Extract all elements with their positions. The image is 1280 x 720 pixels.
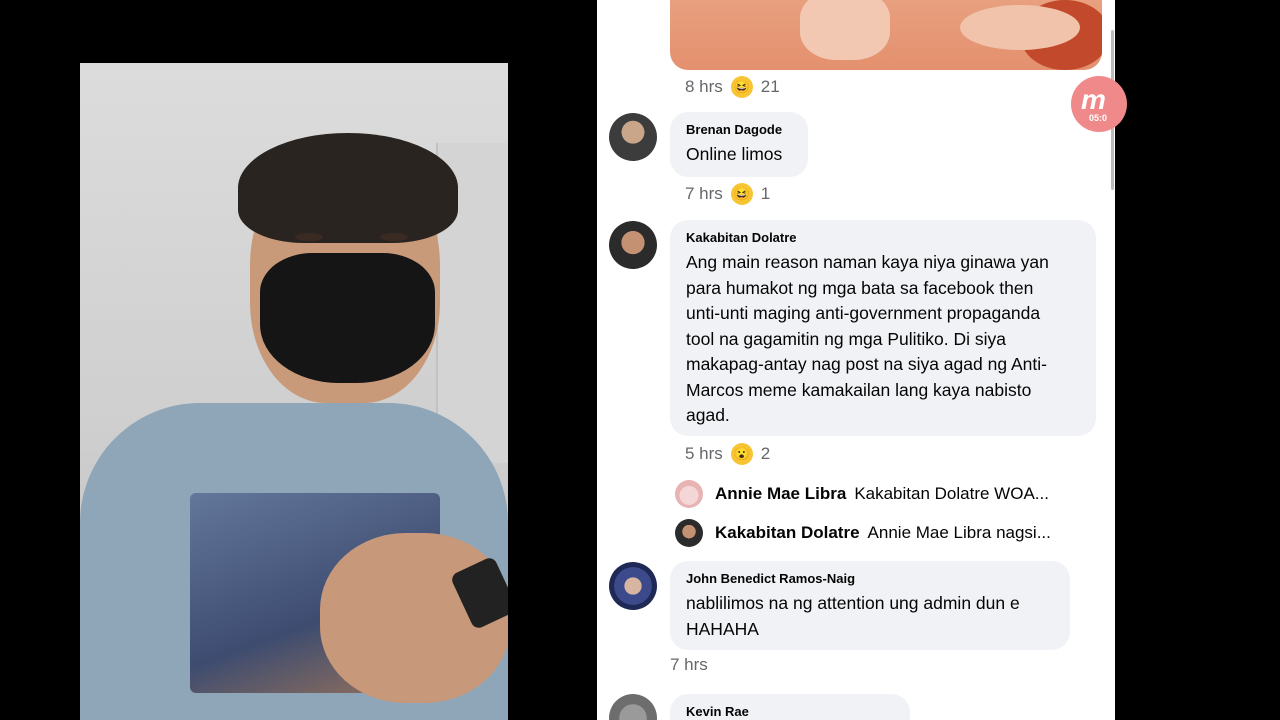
post-meta: 8 hrs 😆 21 — [685, 76, 780, 98]
reply-preview: Annie Mae Libra nagsi... — [867, 523, 1051, 542]
wow-emoji-icon[interactable]: 😮 — [730, 443, 753, 465]
comment-line: unti-unti maging anti-government propaga… — [686, 303, 1041, 323]
comment-meta: 7 hrs — [670, 655, 708, 675]
comment-line: makapag-antay nag post na siya agad ng A… — [686, 354, 1047, 374]
comment-line: Marcos meme kamakailan lang kaya nabisto — [686, 379, 1032, 400]
comment-time[interactable]: 7 hrs — [685, 184, 723, 204]
comment-bubble: John Benedict Ramos-Naig nablilimos na n… — [670, 561, 1070, 650]
reply-item[interactable]: Kakabitan Dolatre Annie Mae Libra nagsi.… — [675, 519, 1051, 547]
commenter-name[interactable]: John Benedict Ramos-Naig — [686, 571, 1054, 586]
laugh-emoji-icon[interactable]: 😆 — [730, 183, 753, 205]
meme-figure — [960, 5, 1080, 50]
recording-timer: 05:0 — [1089, 113, 1108, 123]
avatar[interactable] — [609, 113, 657, 161]
avatar[interactable] — [609, 221, 657, 269]
person-eye — [380, 233, 408, 241]
comment-line: Ang main reason naman kaya niya ginawa y… — [686, 252, 1049, 272]
comment-line: tool na gagamitin ng mga Pulitiko. Di si… — [686, 328, 1007, 349]
comment-meta: 7 hrs 😆 1 — [685, 183, 770, 205]
recording-badge[interactable]: m 05:0 — [1071, 76, 1127, 132]
recording-badge-logo: m — [1081, 84, 1106, 115]
commenter-name[interactable]: Brenan Dagode — [686, 122, 792, 137]
reaction-count[interactable]: 2 — [761, 444, 770, 464]
avatar[interactable] — [609, 694, 657, 720]
reaction-count[interactable]: 1 — [761, 184, 770, 204]
comment-time[interactable]: 7 hrs — [670, 655, 708, 675]
avatar[interactable] — [609, 562, 657, 610]
comment-line: HAHAHA — [686, 618, 759, 639]
commenter-name[interactable]: Kevin Rae — [686, 704, 894, 719]
person-hair — [238, 133, 458, 243]
avatar[interactable] — [675, 480, 703, 508]
comment-line: para humakot ng mga bata sa facebook the… — [686, 277, 1034, 298]
comment-line: nablilimos na ng attention ung admin dun… — [686, 593, 1020, 613]
post-time[interactable]: 8 hrs — [685, 77, 723, 97]
comment-text: nablilimos na ng attention ung admin dun… — [686, 591, 1054, 642]
commenter-name[interactable]: Kakabitan Dolatre — [686, 230, 1080, 245]
face-mask — [260, 253, 435, 383]
reply-preview: Kakabitan Dolatre WOA... — [854, 484, 1049, 503]
reply-item[interactable]: Annie Mae Libra Kakabitan Dolatre WOA... — [675, 480, 1049, 508]
comment-bubble: Kakabitan Dolatre Ang main reason naman … — [670, 220, 1096, 436]
comment-bubble: Brenan Dagode Online limos — [670, 112, 808, 177]
reply-author[interactable]: Annie Mae Libra — [715, 484, 846, 504]
comments-panel[interactable]: 8 hrs 😆 21 Brenan Dagode Online limos 7 … — [597, 0, 1115, 720]
webcam-video — [80, 63, 508, 720]
reaction-count[interactable]: 21 — [761, 77, 780, 97]
comment-line: agad. — [686, 405, 730, 425]
comment-meta: 5 hrs 😮 2 — [685, 443, 770, 465]
laugh-emoji-icon[interactable]: 😆 — [730, 76, 753, 98]
meme-figure — [800, 0, 890, 60]
avatar[interactable] — [675, 519, 703, 547]
comment-text: Ang main reason naman kaya niya ginawa y… — [686, 250, 1080, 429]
comment-time[interactable]: 5 hrs — [685, 444, 723, 464]
reply-author[interactable]: Kakabitan Dolatre — [715, 523, 860, 543]
person-eye — [295, 233, 323, 241]
comment-text: Online limos — [686, 144, 783, 164]
comment-bubble: Kevin Rae — [670, 694, 910, 720]
meme-image[interactable] — [670, 0, 1102, 70]
